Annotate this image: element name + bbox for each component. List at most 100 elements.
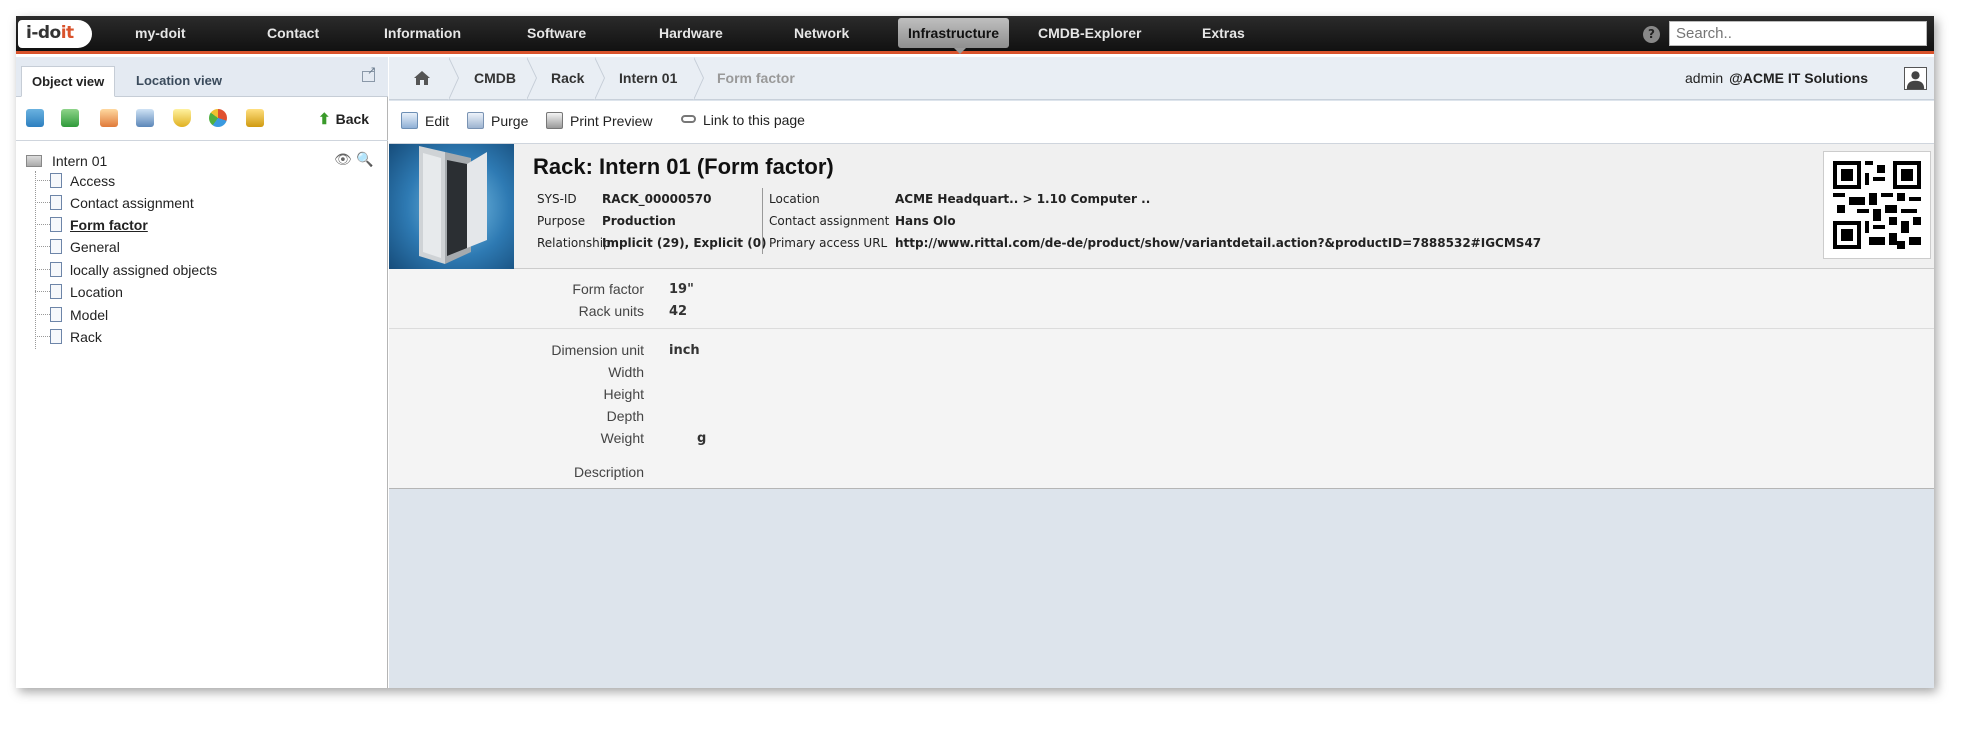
tree-root[interactable]: Intern 01 <box>26 153 107 169</box>
tree-item-label: Location <box>70 284 123 300</box>
nav-hardware[interactable]: Hardware <box>659 16 723 51</box>
breadcrumb-cmdb[interactable]: CMDB <box>474 70 516 86</box>
action-bar: Edit Purge Print Preview Link to this pa… <box>389 101 1934 144</box>
dimension-unit-label: Dimension unit <box>551 342 644 358</box>
home-icon[interactable] <box>413 69 431 87</box>
purpose-label: Purpose <box>537 214 586 228</box>
breadcrumb-current: Form factor <box>717 70 795 86</box>
print-preview-label: Print Preview <box>570 113 653 129</box>
document-icon <box>50 217 62 232</box>
top-navigation: i-doit my-doit Contact Information Softw… <box>16 16 1934 54</box>
url-label: Primary access URL <box>769 236 888 250</box>
search-input[interactable] <box>1669 21 1927 46</box>
depth-label: Depth <box>606 408 644 424</box>
popout-icon[interactable] <box>362 64 376 82</box>
tree-item-general[interactable]: General <box>35 239 120 259</box>
rack-image <box>389 144 514 269</box>
category-form: Form factor 19" Rack units 42 Dimension … <box>389 269 1934 489</box>
print-preview-button[interactable]: Print Preview <box>546 112 652 129</box>
breadcrumb-separator <box>526 57 541 100</box>
user-info[interactable]: admin @ACME IT Solutions <box>1685 70 1868 86</box>
book-icon[interactable] <box>136 109 154 127</box>
sys-id-label: SYS-ID <box>537 192 577 206</box>
nav-cmdb-explorer[interactable]: CMDB-Explorer <box>1038 16 1141 51</box>
back-button[interactable]: ⬆ Back <box>318 110 369 128</box>
eye-icon[interactable]: 👁 <box>334 152 352 168</box>
nav-information[interactable]: Information <box>384 16 461 51</box>
hierarchy-icon[interactable] <box>26 109 44 127</box>
breadcrumb: CMDB Rack Intern 01 Form factor admin @AC… <box>389 57 1934 100</box>
document-icon <box>50 262 62 277</box>
tab-object-view[interactable]: Object view <box>21 66 116 97</box>
tree-item-contact-assignment[interactable]: Contact assignment <box>35 195 194 215</box>
breadcrumb-object[interactable]: Intern 01 <box>619 70 677 86</box>
printer-icon <box>546 112 563 129</box>
arrow-up-icon: ⬆ <box>318 111 331 128</box>
chart-pie-icon[interactable] <box>209 109 227 127</box>
avatar[interactable] <box>1904 67 1927 90</box>
user-org: @ACME IT Solutions <box>1729 70 1869 86</box>
tree-item-model[interactable]: Model <box>35 307 108 327</box>
relationship-value[interactable]: Implicit (29), Explicit (0) <box>602 236 767 250</box>
user-name: admin <box>1685 70 1724 86</box>
link-icon <box>681 115 696 123</box>
tree-item-access[interactable]: Access <box>35 173 115 193</box>
breadcrumb-rack[interactable]: Rack <box>551 70 584 86</box>
form-factor-value: 19" <box>669 282 694 297</box>
purge-button[interactable]: Purge <box>467 112 528 129</box>
magnifier-icon[interactable]: 🔍 <box>356 152 373 168</box>
nav-infrastructure[interactable]: Infrastructure <box>898 18 1010 48</box>
expand-icon[interactable] <box>61 109 79 127</box>
help-icon[interactable]: ? <box>1643 26 1660 43</box>
shield-icon[interactable] <box>173 109 191 127</box>
tree-item-label: locally assigned objects <box>70 262 218 278</box>
sys-id-value: RACK_00000570 <box>602 192 712 206</box>
link-button[interactable]: Link to this page <box>681 112 805 128</box>
tree-item-label: Form factor <box>70 217 148 233</box>
tree-item-locally-assigned-objects[interactable]: locally assigned objects <box>35 262 217 282</box>
tree-item-form-factor[interactable]: Form factor <box>35 217 148 237</box>
nav-contact[interactable]: Contact <box>267 16 319 51</box>
idoit-logo[interactable]: i-doit <box>18 20 92 48</box>
document-icon <box>50 284 62 299</box>
link-label: Link to this page <box>703 112 805 128</box>
back-label: Back <box>335 111 370 127</box>
nav-extras[interactable]: Extras <box>1202 16 1245 51</box>
contact-value[interactable]: Hans Olo <box>895 214 956 228</box>
object-tree-panel: Object view Location view ⬆Back Intern 0… <box>16 57 388 688</box>
tree-item-label: Rack <box>70 329 102 345</box>
purge-label: Purge <box>491 113 529 129</box>
tree-item-rack[interactable]: Rack <box>35 329 102 349</box>
nav-software[interactable]: Software <box>527 16 586 51</box>
height-label: Height <box>603 386 644 402</box>
tree-root-label: Intern 01 <box>52 153 108 169</box>
document-icon <box>50 173 62 188</box>
purge-icon <box>467 112 484 129</box>
tree-item-label: General <box>70 239 120 255</box>
qr-code[interactable] <box>1823 151 1931 259</box>
lock-icon[interactable] <box>246 109 264 127</box>
rack-units-value: 42 <box>669 304 688 319</box>
location-value[interactable]: ACME Headquart.. > 1.10 Computer .. <box>895 192 1150 206</box>
edit-button[interactable]: Edit <box>401 112 449 129</box>
tree-item-label: Model <box>70 307 109 323</box>
purpose-value: Production <box>602 214 676 228</box>
relationship-label: Relationship <box>537 236 611 250</box>
page-title: Rack: Intern 01 (Form factor) <box>533 154 834 179</box>
tab-location-view[interactable]: Location view <box>126 66 232 97</box>
calendar-icon[interactable] <box>100 109 118 127</box>
tree-toolbar: ⬆ Back <box>16 97 388 141</box>
document-icon <box>50 307 62 322</box>
edit-icon <box>401 112 418 129</box>
nav-network[interactable]: Network <box>794 16 849 51</box>
form-factor-label: Form factor <box>572 281 644 297</box>
tree-item-label: Contact assignment <box>70 195 194 211</box>
document-icon <box>50 239 62 254</box>
weight-unit: g <box>697 431 707 446</box>
tree-item-location[interactable]: Location <box>35 284 123 304</box>
url-value[interactable]: http://www.rittal.com/de-de/product/show… <box>895 236 1541 250</box>
nav-my-doit[interactable]: my-doit <box>135 16 186 51</box>
object-header: Rack: Intern 01 (Form factor) SYS-ID RAC… <box>389 144 1934 269</box>
document-icon <box>50 329 62 344</box>
view-tabs: Object view Location view <box>16 57 388 97</box>
